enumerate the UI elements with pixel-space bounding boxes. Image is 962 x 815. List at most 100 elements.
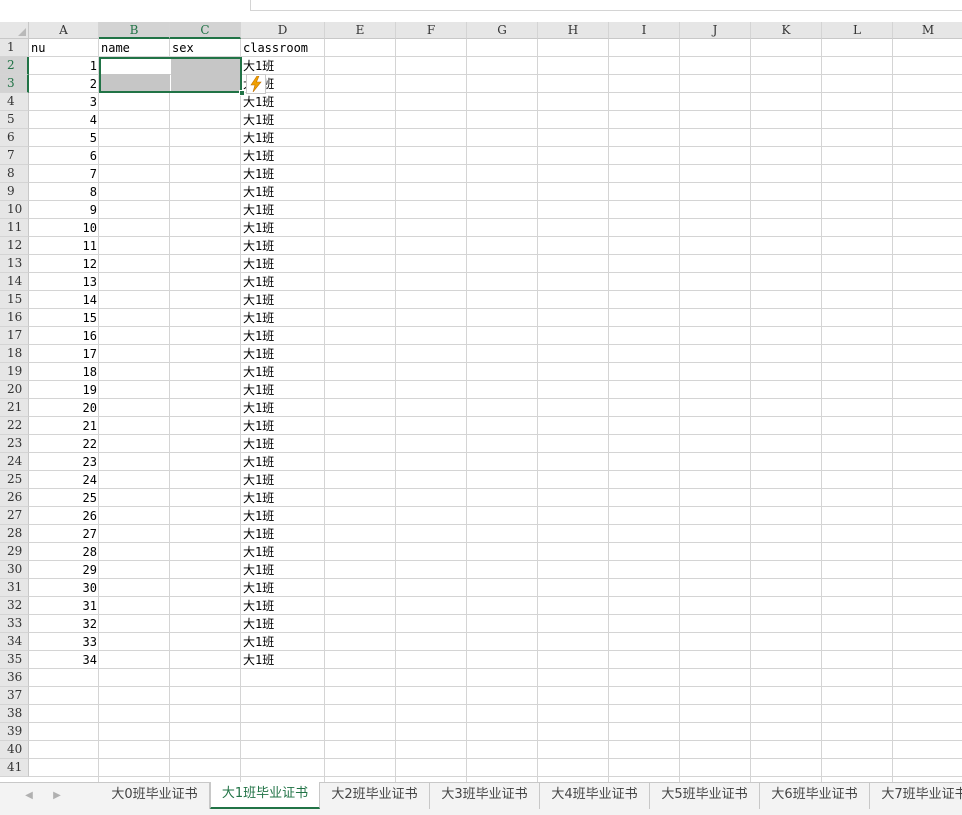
cell-d34[interactable]: 大1班 <box>241 633 327 651</box>
row-header-31[interactable]: 31 <box>0 579 29 597</box>
row-header-16[interactable]: 16 <box>0 309 29 327</box>
row-header-12[interactable]: 12 <box>0 237 29 255</box>
row-header-36[interactable]: 36 <box>0 669 29 687</box>
sheet-tab-3[interactable]: 大3班毕业证书 <box>430 783 540 809</box>
cell-a31[interactable]: 30 <box>29 579 99 597</box>
cell-d9[interactable]: 大1班 <box>241 183 327 201</box>
column-header-d[interactable]: D <box>241 22 325 39</box>
row-header-25[interactable]: 25 <box>0 471 29 489</box>
cell-d13[interactable]: 大1班 <box>241 255 327 273</box>
cell-a4[interactable]: 3 <box>29 93 99 111</box>
row-header-29[interactable]: 29 <box>0 543 29 561</box>
sheet-tab-1[interactable]: 大1班毕业证书 <box>210 782 320 809</box>
cell-a21[interactable]: 20 <box>29 399 99 417</box>
cell-d29[interactable]: 大1班 <box>241 543 327 561</box>
cell-a22[interactable]: 21 <box>29 417 99 435</box>
cell-d16[interactable]: 大1班 <box>241 309 327 327</box>
flash-fill-button[interactable] <box>246 74 266 94</box>
sheet-tab-5[interactable]: 大5班毕业证书 <box>650 783 760 809</box>
row-header-7[interactable]: 7 <box>0 147 29 165</box>
cell-a29[interactable]: 28 <box>29 543 99 561</box>
row-header-28[interactable]: 28 <box>0 525 29 543</box>
cell-d14[interactable]: 大1班 <box>241 273 327 291</box>
row-header-13[interactable]: 13 <box>0 255 29 273</box>
cell-d1[interactable]: classroom <box>241 39 327 57</box>
column-header-m[interactable]: M <box>893 22 962 39</box>
column-header-h[interactable]: H <box>538 22 609 39</box>
sheet-tab-7[interactable]: 大7班毕业证书 <box>870 783 962 809</box>
cell-d27[interactable]: 大1班 <box>241 507 327 525</box>
next-sheet-icon[interactable]: ▶ <box>50 790 64 802</box>
cell-d24[interactable]: 大1班 <box>241 453 327 471</box>
cell-a30[interactable]: 29 <box>29 561 99 579</box>
cell-a3[interactable]: 2 <box>29 75 99 93</box>
cell-a19[interactable]: 18 <box>29 363 99 381</box>
cell-a28[interactable]: 27 <box>29 525 99 543</box>
row-header-38[interactable]: 38 <box>0 705 29 723</box>
cell-d2[interactable]: 大1班 <box>241 57 327 75</box>
cell-d35[interactable]: 大1班 <box>241 651 327 669</box>
cell-d26[interactable]: 大1班 <box>241 489 327 507</box>
cell-a26[interactable]: 25 <box>29 489 99 507</box>
sheet-tab-6[interactable]: 大6班毕业证书 <box>760 783 870 809</box>
row-header-22[interactable]: 22 <box>0 417 29 435</box>
cell-a24[interactable]: 23 <box>29 453 99 471</box>
row-header-4[interactable]: 4 <box>0 93 29 111</box>
cell-d20[interactable]: 大1班 <box>241 381 327 399</box>
cell-a27[interactable]: 26 <box>29 507 99 525</box>
cell-d22[interactable]: 大1班 <box>241 417 327 435</box>
sheet-tab-0[interactable]: 大0班毕业证书 <box>100 783 210 809</box>
cell-a8[interactable]: 7 <box>29 165 99 183</box>
cell-d33[interactable]: 大1班 <box>241 615 327 633</box>
row-header-5[interactable]: 5 <box>0 111 29 129</box>
cell-a7[interactable]: 6 <box>29 147 99 165</box>
row-header-8[interactable]: 8 <box>0 165 29 183</box>
cell-a17[interactable]: 16 <box>29 327 99 345</box>
row-header-11[interactable]: 11 <box>0 219 29 237</box>
cell-d30[interactable]: 大1班 <box>241 561 327 579</box>
row-header-41[interactable]: 41 <box>0 759 29 777</box>
row-header-39[interactable]: 39 <box>0 723 29 741</box>
cell-a35[interactable]: 34 <box>29 651 99 669</box>
row-header-3[interactable]: 3 <box>0 75 29 93</box>
row-header-37[interactable]: 37 <box>0 687 29 705</box>
spreadsheet-grid[interactable]: ABCDEFGHIJKLM 1 2 3 4 5 6 7 8 9 10 11 12 13 14 15 16 17 1… <box>0 0 962 782</box>
row-header-10[interactable]: 10 <box>0 201 29 219</box>
cell-d23[interactable]: 大1班 <box>241 435 327 453</box>
cell-a1[interactable]: nu <box>29 39 101 57</box>
row-header-2[interactable]: 2 <box>0 57 29 75</box>
cell-d18[interactable]: 大1班 <box>241 345 327 363</box>
sheet-tab-2[interactable]: 大2班毕业证书 <box>320 783 430 809</box>
row-header-40[interactable]: 40 <box>0 741 29 759</box>
row-header-34[interactable]: 34 <box>0 633 29 651</box>
cell-a11[interactable]: 10 <box>29 219 99 237</box>
row-header-24[interactable]: 24 <box>0 453 29 471</box>
column-header-g[interactable]: G <box>467 22 538 39</box>
cell-d5[interactable]: 大1班 <box>241 111 327 129</box>
row-header-21[interactable]: 21 <box>0 399 29 417</box>
cell-a6[interactable]: 5 <box>29 129 99 147</box>
sheet-tab-4[interactable]: 大4班毕业证书 <box>540 783 650 809</box>
column-header-c[interactable]: C <box>170 22 241 39</box>
row-header-6[interactable]: 6 <box>0 129 29 147</box>
cell-c1[interactable]: sex <box>170 39 243 57</box>
cell-d4[interactable]: 大1班 <box>241 93 327 111</box>
cell-d32[interactable]: 大1班 <box>241 597 327 615</box>
cell-a34[interactable]: 33 <box>29 633 99 651</box>
row-header-14[interactable]: 14 <box>0 273 29 291</box>
cell-a25[interactable]: 24 <box>29 471 99 489</box>
cell-d25[interactable]: 大1班 <box>241 471 327 489</box>
column-header-f[interactable]: F <box>396 22 467 39</box>
row-header-30[interactable]: 30 <box>0 561 29 579</box>
cell-d11[interactable]: 大1班 <box>241 219 327 237</box>
cell-a5[interactable]: 4 <box>29 111 99 129</box>
row-header-15[interactable]: 15 <box>0 291 29 309</box>
cell-a15[interactable]: 14 <box>29 291 99 309</box>
cell-a18[interactable]: 17 <box>29 345 99 363</box>
row-header-19[interactable]: 19 <box>0 363 29 381</box>
column-header-a[interactable]: A <box>29 22 99 39</box>
cell-d21[interactable]: 大1班 <box>241 399 327 417</box>
cell-b1[interactable]: name <box>99 39 172 57</box>
column-header-b[interactable]: B <box>99 22 170 39</box>
cell-d28[interactable]: 大1班 <box>241 525 327 543</box>
